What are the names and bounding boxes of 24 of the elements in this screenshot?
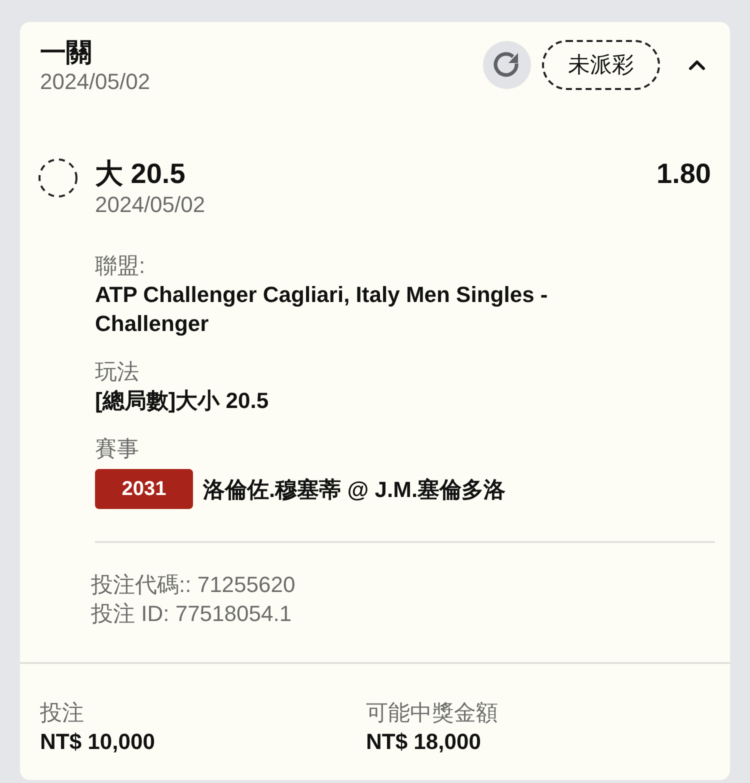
detail-label: 玩法 xyxy=(95,358,140,386)
reference-text: 投注代碼:: 71255620 xyxy=(91,571,296,599)
odds-value: 1.80 xyxy=(656,157,711,191)
detail-label: 賽事 xyxy=(95,435,140,463)
selection-name: 大 20.5 xyxy=(95,157,186,191)
summary-value: NT$ 10,000 xyxy=(40,728,156,756)
detail-value: ATP Challenger Cagliari, Italy Men Singles - Challenger xyxy=(95,281,549,338)
summary-value: NT$ 18,000 xyxy=(366,728,482,756)
match-name: 洛倫佐.穆塞蒂 @ J.M.塞倫多洛 xyxy=(203,476,506,504)
reference-text: 投注 ID: 77518054.1 xyxy=(91,600,293,628)
bet-type-title: 一關 xyxy=(40,36,93,68)
refresh-icon xyxy=(483,41,531,89)
refresh-button[interactable] xyxy=(483,41,531,89)
status-pill: 未派彩 xyxy=(542,40,660,90)
event-number-badge: 2031 xyxy=(95,469,193,509)
detail-label: 聯盟: xyxy=(95,252,146,280)
chevron-icon xyxy=(688,59,706,71)
detail-value: [總局數]大小 20.5 xyxy=(95,387,270,415)
summary-label: 可能中獎金額 xyxy=(366,699,499,727)
summary-label: 投注 xyxy=(40,699,85,727)
collapse-button[interactable] xyxy=(688,59,706,71)
bet-date: 2024/05/02 xyxy=(40,68,152,96)
dashed-circle-icon xyxy=(38,158,78,198)
selection-date: 2024/05/02 xyxy=(95,191,206,219)
